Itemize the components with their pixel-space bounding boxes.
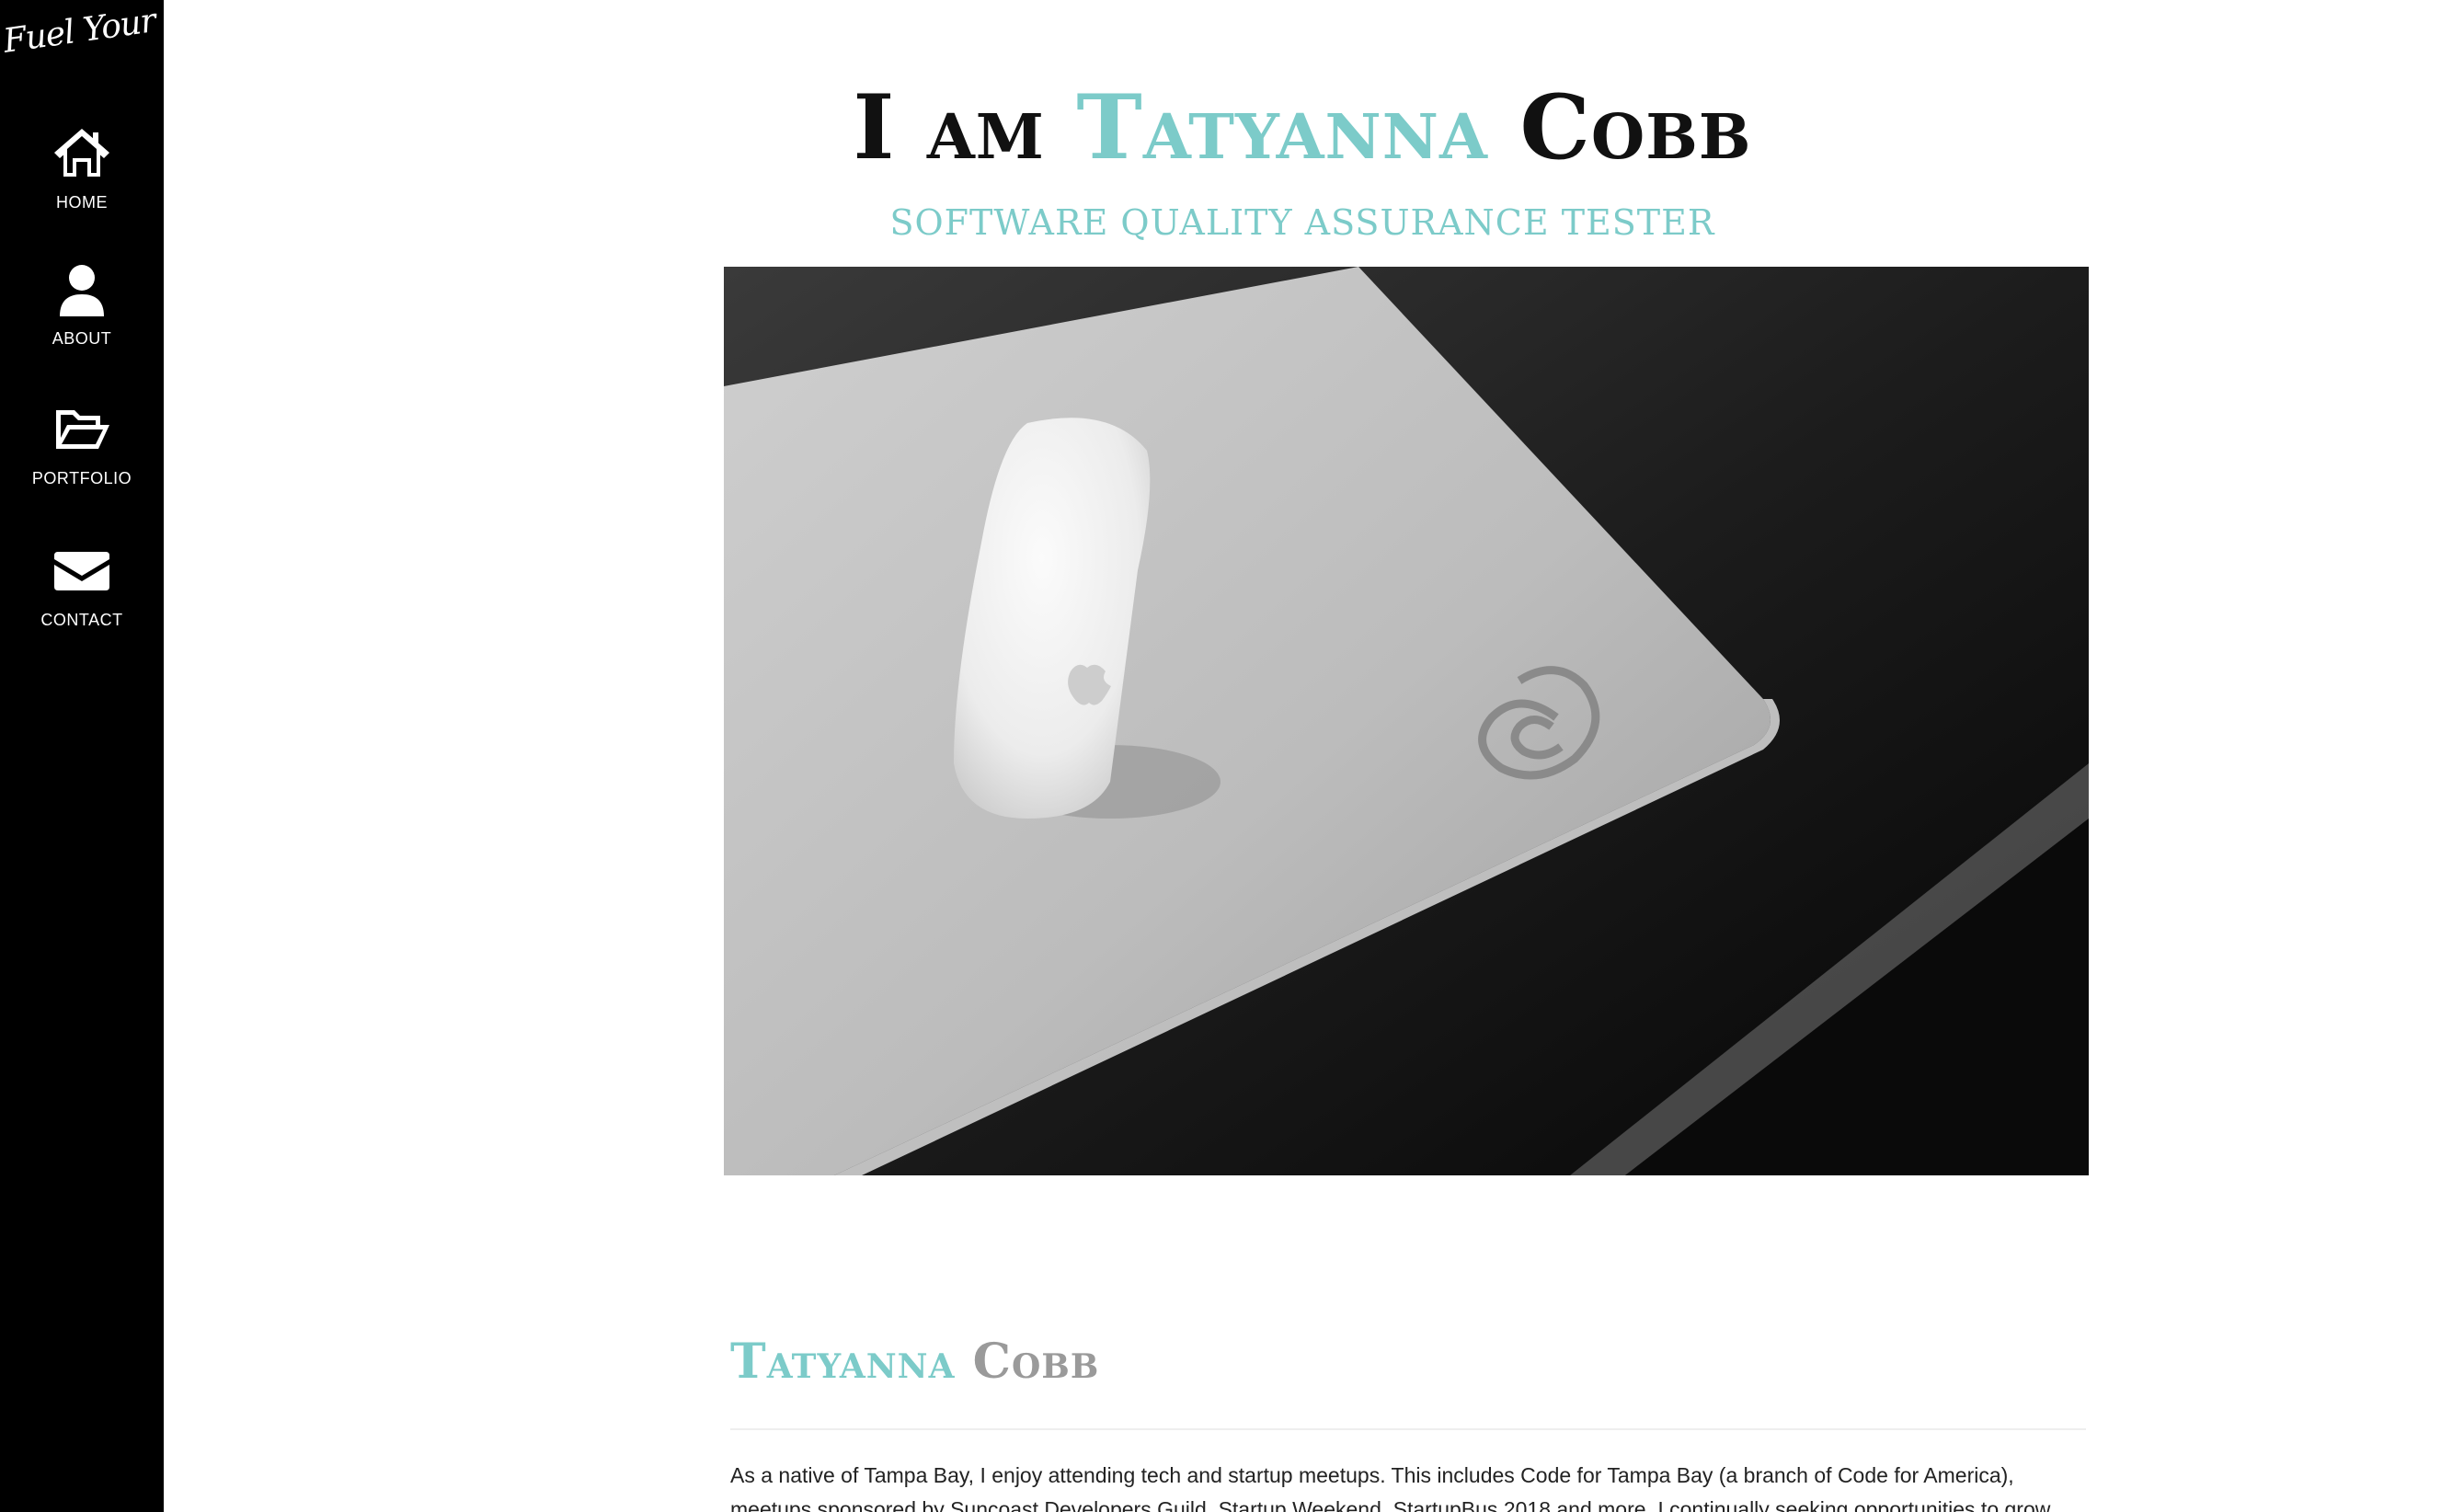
main-content: I am Tatyanna Cobb SOFTWARE QUALITY ASSU… [164,0,2441,1512]
nav-item-home[interactable]: HOME [0,123,164,243]
about-heading-first-name: Tatyanna [730,1334,956,1390]
sidebar: Fuel Your Passion HOME ABOUT PORTFOLIO C… [0,0,286,1512]
about-heading: Tatyanna Cobb [730,1334,1099,1390]
nav-label-about: ABOUT [52,329,112,348]
hero-title-first-name: Tatyanna [1076,75,1489,179]
home-icon [54,129,109,177]
site-logo[interactable]: Fuel Your Passion [0,0,286,74]
nav-item-contact[interactable]: CONTACT [0,541,164,660]
hero-title-prefix: I am [853,75,1045,179]
nav-label-portfolio: PORTFOLIO [31,469,132,487]
nav-item-portfolio[interactable]: PORTFOLIO [0,399,164,519]
about-heading-last-name: Cobb [972,1334,1100,1390]
hero-title-last-name: Cobb [1519,75,1752,179]
envelope-icon [54,552,109,590]
about-bio-text: As a native of Tampa Bay, I enjoy attend… [730,1463,2051,1512]
nav-label-contact: CONTACT [40,611,123,629]
hero-subtitle: SOFTWARE QUALITY ASSURANCE TESTER [889,202,1715,243]
section-divider [730,1428,2086,1430]
user-icon [60,265,104,316]
hero-image-mouse-on-mousepad [724,267,2089,1175]
hero-title: I am Tatyanna Cobb [164,75,2441,179]
folder-open-icon [56,410,109,449]
nav-label-home: HOME [56,193,108,212]
nav-item-about[interactable]: ABOUT [0,259,164,379]
